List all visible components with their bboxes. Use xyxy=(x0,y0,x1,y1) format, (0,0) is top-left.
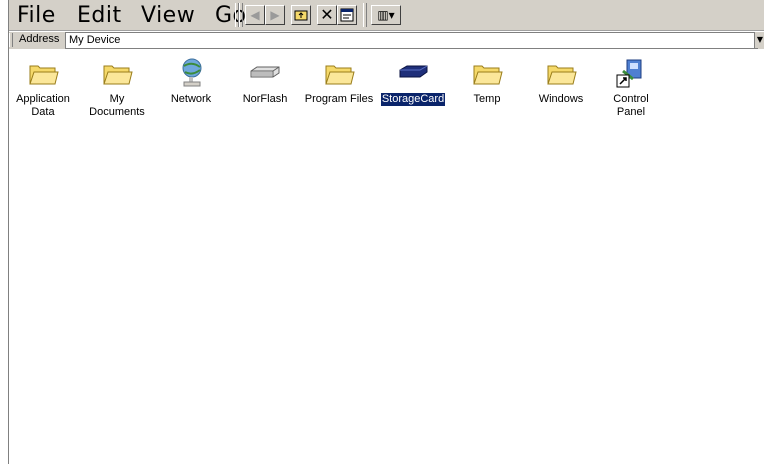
views-icon: ▥▾ xyxy=(377,8,395,22)
menu-bar: File Edit View Go ◀ ▶ ✕ ▥▾ xyxy=(9,0,764,31)
control-panel-shortcut-icon xyxy=(616,59,642,88)
menu-file[interactable]: File xyxy=(17,3,56,29)
address-grip[interactable] xyxy=(9,33,13,47)
toolbar-grip[interactable] xyxy=(363,3,367,27)
list-item[interactable]: Windows xyxy=(523,57,599,106)
item-label: StorageCard xyxy=(380,93,446,106)
address-dropdown-button[interactable]: ▼ xyxy=(754,32,764,48)
item-label: Temp xyxy=(473,93,501,105)
up-folder-icon xyxy=(294,10,308,21)
address-label: Address xyxy=(19,33,60,45)
delete-button[interactable]: ✕ xyxy=(317,5,337,25)
storage-card-icon xyxy=(399,65,428,78)
folder-icon xyxy=(547,65,577,85)
address-bar: Address My Device ▼ xyxy=(9,32,764,49)
list-item[interactable]: My Documents xyxy=(79,57,155,119)
item-label: Program Files xyxy=(304,93,374,105)
file-list: Application Data My Documents Network No… xyxy=(9,52,764,464)
delete-icon: ✕ xyxy=(320,5,334,24)
chevron-down-icon: ▼ xyxy=(756,35,764,44)
list-item[interactable]: Program Files xyxy=(301,57,377,106)
folder-icon xyxy=(325,65,355,85)
drive-icon xyxy=(250,66,280,78)
views-button[interactable]: ▥▾ xyxy=(371,5,401,25)
item-label: Application Data xyxy=(16,93,70,118)
properties-icon xyxy=(340,8,354,22)
item-label: NorFlash xyxy=(242,93,288,105)
properties-button[interactable] xyxy=(337,5,357,25)
up-button[interactable] xyxy=(291,5,311,25)
forward-arrow-icon: ▶ xyxy=(270,8,280,22)
folder-icon xyxy=(103,65,133,85)
back-button[interactable]: ◀ xyxy=(245,5,265,25)
list-item[interactable]: Network xyxy=(153,57,229,106)
list-item[interactable]: Application Data xyxy=(5,57,81,119)
list-item[interactable]: NorFlash xyxy=(227,57,303,106)
item-label: My Documents xyxy=(89,93,145,118)
item-label: Network xyxy=(170,93,212,105)
menu-view[interactable]: View xyxy=(141,3,195,29)
address-input[interactable]: My Device xyxy=(65,32,758,49)
folder-icon xyxy=(29,65,59,85)
list-item[interactable]: Control Panel xyxy=(593,57,669,119)
list-item[interactable]: StorageCard xyxy=(375,57,451,106)
menu-edit[interactable]: Edit xyxy=(77,3,122,29)
folder-icon xyxy=(473,65,503,85)
item-label: Control Panel xyxy=(613,93,649,118)
item-label: Windows xyxy=(538,93,584,105)
list-item[interactable]: Temp xyxy=(449,57,525,106)
forward-button[interactable]: ▶ xyxy=(265,5,285,25)
toolbar-grip[interactable] xyxy=(239,3,243,27)
explorer-window: File Edit View Go ◀ ▶ ✕ ▥▾ Address My De… xyxy=(8,0,764,464)
back-arrow-icon: ◀ xyxy=(250,8,260,22)
network-icon xyxy=(182,58,202,87)
